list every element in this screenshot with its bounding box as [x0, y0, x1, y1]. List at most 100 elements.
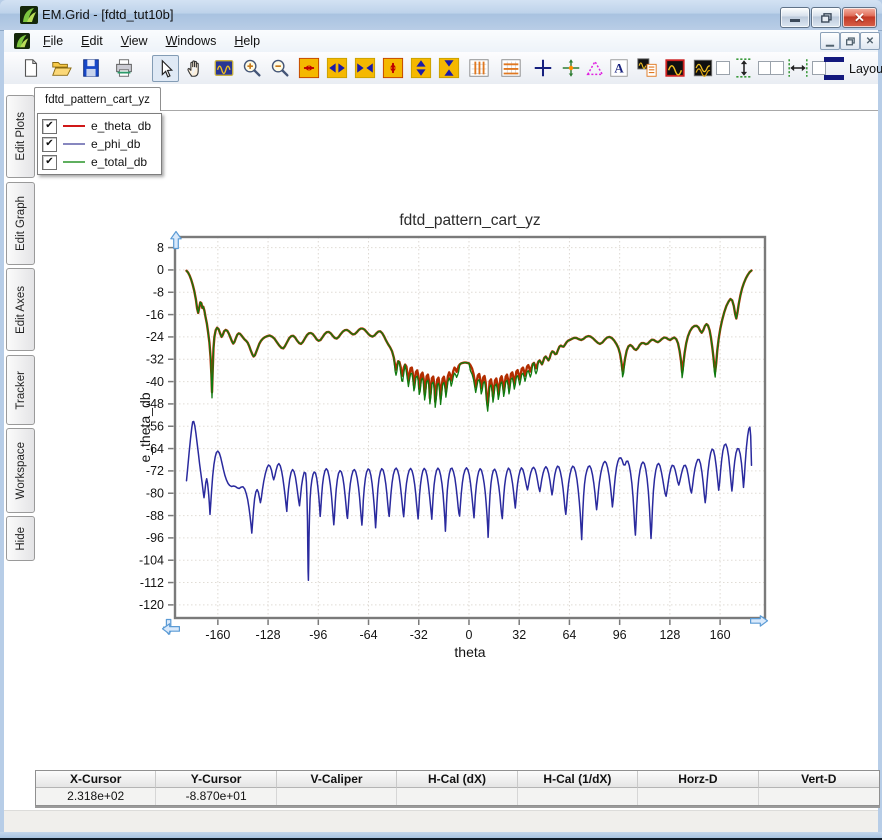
- status-value: -8.870e+01: [156, 788, 276, 805]
- y-tick-label: -16: [146, 308, 164, 322]
- caliper-button[interactable]: [582, 55, 607, 80]
- cursor-cross-icon: [532, 57, 554, 79]
- y-zoom-out-button[interactable]: [408, 55, 433, 80]
- legend-checkbox-e-theta-db[interactable]: [42, 119, 57, 134]
- zoom-in-button[interactable]: [239, 55, 264, 80]
- x-zoom-in-button[interactable]: [352, 55, 377, 80]
- vertical-gridlines-icon: [468, 57, 490, 79]
- sidebar-tab-hide[interactable]: Hide: [6, 516, 35, 561]
- document-tab[interactable]: fdtd_pattern_cart_yz: [34, 87, 161, 111]
- menu-file[interactable]: File: [34, 32, 72, 50]
- menu-view[interactable]: View: [112, 32, 157, 50]
- mdi-restore-icon: [846, 37, 855, 46]
- y-zoom-in-icon: [438, 57, 460, 79]
- client-area: Edit Plots Edit Graph Edit Axes Tracker …: [4, 84, 878, 810]
- horizontal-gridlines-button[interactable]: [498, 55, 523, 80]
- status-header: X-Cursor: [36, 771, 156, 788]
- zoom-out-icon: [269, 57, 291, 79]
- caliper-triangle-icon: [584, 57, 606, 79]
- print-button[interactable]: [111, 55, 136, 80]
- print-icon: [113, 57, 135, 79]
- status-header: H-Cal (dX): [397, 771, 517, 788]
- status-value: [759, 788, 879, 805]
- zoom-window-icon: [213, 57, 235, 79]
- plot-canvas[interactable]: -160-128-96-64-32032649612816080-8-16-24…: [35, 110, 878, 770]
- x-tick-label: 64: [562, 628, 576, 642]
- zoom-out-button[interactable]: [267, 55, 292, 80]
- edit-plot-button[interactable]: [662, 55, 687, 80]
- status-header: Horz-D: [638, 771, 758, 788]
- x-expand-icon: [298, 57, 320, 79]
- menu-windows[interactable]: Windows: [157, 32, 226, 50]
- y-tick-label: -24: [146, 330, 164, 344]
- minimize-button[interactable]: [780, 7, 810, 28]
- tracker-button[interactable]: [558, 55, 583, 80]
- y-scale-lock-checkbox-left[interactable]: [716, 61, 730, 75]
- close-button[interactable]: ✕: [842, 7, 877, 28]
- save-button[interactable]: [78, 55, 103, 80]
- mdi-restore-button[interactable]: [840, 32, 860, 50]
- sidebar-tab-workspace[interactable]: Workspace: [6, 428, 35, 513]
- y-expand-button[interactable]: [380, 55, 405, 80]
- close-icon: ✕: [854, 10, 865, 26]
- open-file-button[interactable]: [48, 55, 73, 80]
- x-axis-label: theta: [454, 644, 485, 660]
- y-tick-label: -80: [146, 486, 164, 500]
- menu-help[interactable]: Help: [225, 32, 269, 50]
- y-tick-label: -104: [139, 553, 164, 567]
- zoom-window-button[interactable]: [211, 55, 236, 80]
- legend-checkbox-e-phi-db[interactable]: [42, 137, 57, 152]
- menu-edit[interactable]: Edit: [72, 32, 112, 50]
- sidebar-tab-edit-axes[interactable]: Edit Axes: [6, 268, 35, 351]
- y-tick-label: -120: [139, 598, 164, 612]
- y-zoom-in-button[interactable]: [436, 55, 461, 80]
- legend-box: e_theta_db e_phi_db e_total_db: [37, 113, 162, 175]
- pan-hand-icon: [184, 57, 206, 79]
- layout-button[interactable]: Layout: [824, 57, 882, 80]
- cursor-button[interactable]: [530, 55, 555, 80]
- sidebar-tab-edit-graph[interactable]: Edit Graph: [6, 182, 35, 265]
- menu-bar: FileEditViewWindowsHelp ▁ ✕: [4, 30, 878, 53]
- status-value: 2.318e+02: [36, 788, 156, 805]
- x-span-icon: [787, 57, 809, 79]
- vertical-gridlines-button[interactable]: [466, 55, 491, 80]
- mdi-close-icon: ✕: [866, 36, 874, 47]
- legend-item-e-total-db: e_total_db: [42, 153, 151, 171]
- mdi-minimize-button[interactable]: ▁: [820, 32, 840, 50]
- legend-checkbox-e-total-db[interactable]: [42, 155, 57, 170]
- status-header: V-Caliper: [277, 771, 397, 788]
- x-zoom-out-icon: [326, 57, 348, 79]
- horizontal-gridlines-icon: [500, 57, 522, 79]
- sidebar-tab-tracker[interactable]: Tracker: [6, 355, 35, 425]
- x-scale-lock-group: [770, 55, 826, 80]
- x-zoom-out-button[interactable]: [324, 55, 349, 80]
- new-file-button[interactable]: [18, 55, 43, 80]
- restore-button[interactable]: [811, 7, 841, 28]
- x-scale-lock-checkbox-left[interactable]: [770, 61, 784, 75]
- open-file-icon: [50, 57, 72, 79]
- y-tick-label: -72: [146, 464, 164, 478]
- status-header: H-Cal (1/dX): [518, 771, 638, 788]
- text-annotation-button[interactable]: A: [606, 55, 631, 80]
- y-tick-label: -32: [146, 352, 164, 366]
- axis-arrow-up-icon[interactable]: [171, 232, 181, 249]
- legend-line-sample: [63, 125, 85, 127]
- toolbar: A Layout: [4, 52, 878, 85]
- x-expand-button[interactable]: [296, 55, 321, 80]
- edit-graph-button[interactable]: [690, 55, 715, 80]
- pan-tool-button[interactable]: [182, 55, 207, 80]
- document-logo-icon: [14, 33, 30, 49]
- sidebar-tab-edit-plots[interactable]: Edit Plots: [6, 95, 35, 178]
- status-header: Y-Cursor: [156, 771, 276, 788]
- plot-properties-button[interactable]: [634, 55, 659, 80]
- x-tick-label: -64: [359, 628, 377, 642]
- status-value: [397, 788, 517, 805]
- y-tick-label: -40: [146, 375, 164, 389]
- edit-plot-icon: [664, 57, 686, 79]
- plot-properties-icon: [636, 57, 658, 79]
- layout-label: Layout: [849, 62, 882, 76]
- mdi-close-button[interactable]: ✕: [860, 32, 880, 50]
- app-logo-icon: [20, 6, 38, 24]
- plot-frame: [175, 237, 765, 618]
- select-tool-button[interactable]: [152, 55, 179, 82]
